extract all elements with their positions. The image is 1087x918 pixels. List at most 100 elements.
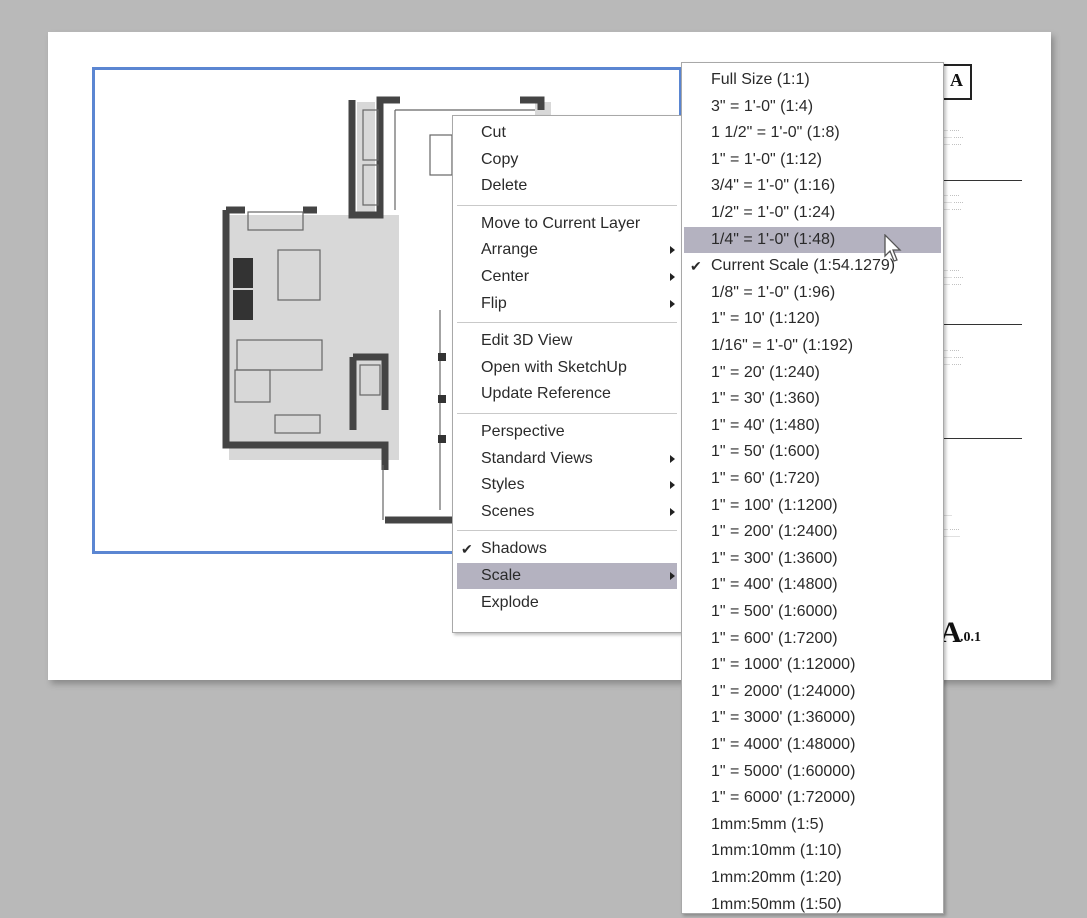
scale-option[interactable]: 1/8" = 1'-0" (1:96) xyxy=(684,280,941,306)
menu-item-open-with-sketchup[interactable]: Open with SketchUp xyxy=(457,355,677,381)
scale-option[interactable]: 1" = 4000' (1:48000) xyxy=(684,732,941,758)
menu-item-perspective[interactable]: Perspective xyxy=(457,419,677,445)
menu-item-label: Move to Current Layer xyxy=(481,214,641,232)
menu-item-label: Cut xyxy=(481,124,506,141)
menu-separator xyxy=(457,322,677,324)
scale-option[interactable]: 1" = 10' (1:120) xyxy=(684,306,941,332)
scale-option[interactable]: 1" = 30' (1:360) xyxy=(684,386,941,412)
menu-item-move-to-current-layer[interactable]: Move to Current Layer xyxy=(457,211,677,237)
menu-separator xyxy=(457,530,677,532)
scale-option-label: 1/4" = 1'-0" (1:48) xyxy=(711,230,836,248)
scale-option-label: 1" = 30' (1:360) xyxy=(711,390,820,408)
scale-option-label: 1" = 400' (1:4800) xyxy=(711,576,838,594)
scale-option-label: 1/8" = 1'-0" (1:96) xyxy=(711,283,836,301)
scale-option[interactable]: 1/16" = 1'-0" (1:192) xyxy=(684,333,941,359)
scale-option-label: 1" = 40' (1:480) xyxy=(711,416,820,434)
scale-option[interactable]: 1" = 100' (1:1200) xyxy=(684,493,941,519)
scale-option[interactable]: 1mm:50mm (1:50) xyxy=(684,892,941,918)
scale-option[interactable]: 1" = 40' (1:480) xyxy=(684,413,941,439)
sheet-number-suffix: .0.1 xyxy=(960,630,981,645)
scale-option-label: 1" = 600' (1:7200) xyxy=(711,629,838,647)
title-block-divider xyxy=(940,324,1022,325)
scale-option[interactable]: 1" = 1000' (1:12000) xyxy=(684,652,941,678)
menu-item-delete[interactable]: Delete xyxy=(457,173,677,199)
scale-option-label: 1mm:10mm (1:10) xyxy=(711,842,842,860)
menu-separator xyxy=(457,413,677,414)
scale-option[interactable]: 1mm:10mm (1:10) xyxy=(684,838,941,864)
scale-option-label: 1" = 2000' (1:24000) xyxy=(711,682,856,700)
title-block-text: ·· ····· ···· ····· ··· ····· xyxy=(944,268,964,288)
scale-option-label: 1" = 60' (1:720) xyxy=(711,470,820,487)
scale-option-label: 1" = 50' (1:600) xyxy=(711,443,820,461)
scale-option-label: 1" = 5000' (1:60000) xyxy=(711,762,856,780)
scale-option-label: 1mm:5mm (1:5) xyxy=(711,815,824,833)
scale-option-label: 1/2" = 1'-0" (1:24) xyxy=(711,204,836,221)
menu-item-scenes[interactable]: Scenes xyxy=(457,499,677,525)
menu-item-flip[interactable]: Flip xyxy=(457,291,677,317)
scale-option[interactable]: 1" = 50' (1:600) xyxy=(684,439,941,465)
scale-option-label: 1" = 4000' (1:48000) xyxy=(711,736,856,753)
scale-option[interactable]: 1" = 1'-0" (1:12) xyxy=(684,147,941,173)
menu-item-standard-views[interactable]: Standard Views xyxy=(457,446,677,472)
menu-item-styles[interactable]: Styles xyxy=(457,472,677,498)
scale-option[interactable]: 1" = 6000' (1:72000) xyxy=(684,785,941,811)
mouse-pointer-icon xyxy=(884,234,902,262)
scale-option[interactable]: Full Size (1:1) xyxy=(684,67,941,93)
scale-option-label: 1" = 200' (1:2400) xyxy=(711,523,838,541)
scale-option[interactable]: 1mm:5mm (1:5) xyxy=(684,812,941,838)
scale-option[interactable]: 3" = 1'-0" (1:4) xyxy=(684,94,941,120)
submenu-arrow-icon xyxy=(670,273,675,281)
context-menu: Cut Copy Delete Move to Current Layer Arrang… xyxy=(452,115,682,633)
menu-item-copy[interactable]: Copy xyxy=(457,147,677,173)
scale-option[interactable]: 1" = 200' (1:2400) xyxy=(684,519,941,545)
menu-item-cut[interactable]: Cut xyxy=(457,120,677,146)
scale-option-label: 1" = 300' (1:3600) xyxy=(711,549,838,567)
scale-option-label: 1mm:20mm (1:20) xyxy=(711,869,842,886)
scale-option[interactable]: 1" = 60' (1:720) xyxy=(684,466,941,492)
menu-item-label: Shadows xyxy=(481,540,547,558)
scale-option-label: 1" = 100' (1:1200) xyxy=(711,496,838,514)
scale-option[interactable]: 1" = 500' (1:6000) xyxy=(684,599,941,625)
scale-option[interactable]: 3/4" = 1'-0" (1:16) xyxy=(684,173,941,199)
scale-option[interactable]: 1" = 2000' (1:24000) xyxy=(684,679,941,705)
scale-option[interactable]: 1/2" = 1'-0" (1:24) xyxy=(684,200,941,226)
scale-option[interactable]: 1" = 600' (1:7200) xyxy=(684,626,941,652)
menu-item-shadows[interactable]: ✔ Shadows xyxy=(457,536,677,562)
scale-option-label: 1mm:50mm (1:50) xyxy=(711,895,842,913)
scale-option[interactable]: 1" = 400' (1:4800) xyxy=(684,572,941,598)
menu-item-center[interactable]: Center xyxy=(457,264,677,290)
menu-item-label: Center xyxy=(481,268,530,285)
menu-item-label: Styles xyxy=(481,476,525,494)
scale-option[interactable]: 1" = 3000' (1:36000) xyxy=(684,705,941,731)
menu-item-arrange[interactable]: Arrange xyxy=(457,237,677,263)
menu-item-scale[interactable]: Scale xyxy=(457,563,677,589)
scale-option-label: 1" = 6000' (1:72000) xyxy=(711,789,856,807)
scale-option-label: 1" = 20' (1:240) xyxy=(711,363,820,381)
menu-item-label: Edit 3D View xyxy=(481,332,573,350)
menu-item-label: Open with SketchUp xyxy=(481,358,627,376)
scale-option-label: 1" = 10' (1:120) xyxy=(711,310,820,328)
title-block-text: ···· ·· ····· ········ xyxy=(944,513,960,540)
title-block: A ·· ····· ···· ····· ··· ····· ·· ····· ··… xyxy=(940,58,1030,658)
menu-item-edit-3d-view[interactable]: Edit 3D View xyxy=(457,328,677,354)
scale-option[interactable]: 1" = 20' (1:240) xyxy=(684,360,941,386)
menu-item-update-reference[interactable]: Update Reference xyxy=(457,381,677,407)
menu-item-label: Update Reference xyxy=(481,385,611,403)
menu-item-label: Scale xyxy=(481,567,522,584)
menu-item-label: Delete xyxy=(481,177,528,195)
scale-option-label: Current Scale (1:54.1279) xyxy=(711,257,896,275)
checkmark-icon: ✔ xyxy=(461,541,473,558)
scale-option[interactable]: 1" = 5000' (1:60000) xyxy=(684,759,941,785)
scale-option[interactable]: 1" = 300' (1:3600) xyxy=(684,546,941,572)
title-block-text: ·· ····· ···· ····· ··· ····· xyxy=(944,193,964,213)
menu-item-label: Perspective xyxy=(481,423,565,440)
scale-option[interactable]: 1mm:20mm (1:20) xyxy=(684,865,941,891)
scale-option-label: 3/4" = 1'-0" (1:16) xyxy=(711,177,836,195)
scale-option-label: 3" = 1'-0" (1:4) xyxy=(711,97,814,115)
title-block-divider xyxy=(940,180,1022,181)
menu-item-label: Arrange xyxy=(481,241,538,259)
scale-option-label: Full Size (1:1) xyxy=(711,71,810,88)
submenu-arrow-icon xyxy=(670,481,675,490)
menu-item-explode[interactable]: Explode xyxy=(457,590,677,616)
scale-option[interactable]: 1 1/2" = 1'-0" (1:8) xyxy=(684,120,941,146)
